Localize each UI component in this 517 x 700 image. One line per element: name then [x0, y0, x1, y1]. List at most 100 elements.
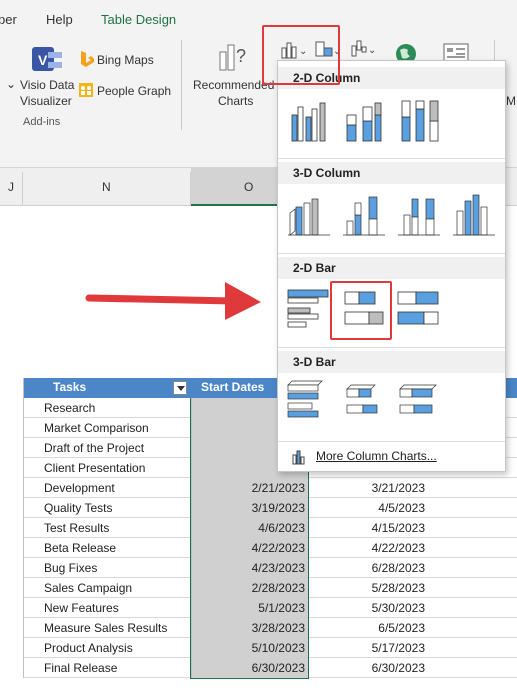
100-stacked-column-option[interactable] — [396, 95, 444, 143]
start-date-cell[interactable]: 3/28/2023 — [191, 618, 309, 638]
table-row: New Features 5/1/2023 5/30/2023 — [23, 598, 517, 618]
3d-clustered-bar-option[interactable] — [286, 379, 334, 427]
section-3d-bar-title: 3-D Bar — [278, 351, 505, 373]
stacked-column-option[interactable] — [341, 95, 389, 143]
start-date-cell[interactable]: 5/1/2023 — [191, 598, 309, 618]
tab-table-design[interactable]: Table Design — [101, 12, 176, 27]
task-cell[interactable]: Sales Campaign — [44, 581, 132, 595]
people-graph-button[interactable]: People Graph — [97, 83, 171, 99]
section-2d-bar-title: 2-D Bar — [278, 257, 505, 279]
start-date-value: 2/28/2023 — [251, 581, 305, 595]
bing-maps-icon[interactable] — [78, 50, 94, 68]
table-row: Beta Release 4/22/2023 4/22/2023 — [23, 538, 517, 558]
visio-data-visualizer-icon[interactable]: V — [30, 44, 66, 78]
table-row: Test Results 4/6/2023 4/15/2023 — [23, 518, 517, 538]
end-date-cell[interactable]: 4/15/2023 — [309, 521, 425, 535]
task-cell[interactable]: Product Analysis — [44, 641, 133, 655]
3d-100-stacked-column-option[interactable] — [396, 189, 444, 237]
column-chart-small-icon — [292, 450, 305, 465]
table-row: Development 2/21/2023 3/21/2023 — [23, 478, 517, 498]
start-date-value: 3/19/2023 — [251, 501, 305, 515]
start-date-cell[interactable]: 4/22/2023 — [191, 538, 309, 558]
end-date-cell[interactable]: 5/17/2023 — [309, 641, 425, 655]
end-date-cell[interactable]: 6/28/2023 — [309, 561, 425, 575]
column-header-j[interactable]: J — [8, 180, 14, 194]
end-date-cell[interactable]: 5/28/2023 — [309, 581, 425, 595]
task-cell[interactable]: New Features — [44, 601, 119, 615]
start-date-value: 4/22/2023 — [251, 541, 305, 555]
3d-column-option[interactable] — [451, 189, 499, 237]
visio-label-line2[interactable]: Visualizer — [20, 93, 72, 109]
header-tasks[interactable]: Tasks — [53, 380, 86, 394]
svg-text:⌄: ⌄ — [368, 45, 376, 56]
start-date-value: 4/23/2023 — [251, 561, 305, 575]
task-cell[interactable]: Development — [44, 481, 115, 495]
group-separator — [181, 40, 182, 130]
svg-text:?: ? — [236, 46, 246, 66]
task-cell[interactable]: Final Release — [44, 661, 117, 675]
start-date-cell[interactable]: 5/10/2023 — [191, 638, 309, 658]
task-cell[interactable]: Measure Sales Results — [44, 621, 167, 635]
table-row: Sales Campaign 2/28/2023 5/28/2023 — [23, 578, 517, 598]
end-date-cell[interactable]: 4/5/2023 — [309, 501, 425, 515]
clustered-bar-option[interactable] — [286, 286, 334, 334]
chevron-down-icon[interactable]: ⌄ — [6, 76, 16, 92]
start-date-cell[interactable]: 6/30/2023 — [191, 658, 309, 678]
visio-label-line1[interactable]: Visio Data — [20, 77, 74, 93]
3d-clustered-column-option[interactable] — [286, 189, 334, 237]
start-date-value: 4/6/2023 — [258, 521, 305, 535]
waterfall-chart-icon[interactable]: ⌄ — [350, 38, 378, 60]
recommended-charts-icon[interactable]: ? — [218, 42, 250, 72]
table-row: Measure Sales Results 3/28/2023 6/5/2023 — [23, 618, 517, 638]
column-header-o[interactable]: O — [244, 180, 253, 194]
more-column-charts-link[interactable]: More Column Charts... — [316, 449, 437, 463]
svg-text:V: V — [38, 52, 48, 68]
tab-developer[interactable]: per — [0, 12, 17, 27]
end-date-cell[interactable]: 3/21/2023 — [309, 481, 425, 495]
end-date-cell[interactable]: 6/5/2023 — [309, 621, 425, 635]
end-date-cell[interactable]: 6/30/2023 — [309, 661, 425, 675]
end-date-cell[interactable]: 4/22/2023 — [309, 541, 425, 555]
start-date-value: 2/21/2023 — [251, 481, 305, 495]
column-header-n[interactable]: N — [102, 180, 111, 194]
partial-ribbon-label: M — [506, 94, 516, 108]
3d-100-stacked-bar-option[interactable] — [396, 379, 444, 427]
task-cell[interactable]: Bug Fixes — [44, 561, 97, 575]
start-date-value: 6/30/2023 — [251, 661, 305, 675]
task-cell[interactable]: Test Results — [44, 521, 109, 535]
3d-stacked-column-option[interactable] — [341, 189, 389, 237]
start-date-cell[interactable]: 2/21/2023 — [191, 478, 309, 498]
table-row: Product Analysis 5/10/2023 5/17/2023 — [23, 638, 517, 658]
table-row: Final Release 6/30/2023 6/30/2023 — [23, 658, 517, 678]
end-date-cell[interactable]: 5/30/2023 — [309, 601, 425, 615]
bing-maps-button[interactable]: Bing Maps — [97, 52, 154, 68]
stacked-bar-highlight — [330, 281, 392, 340]
3d-stacked-bar-option[interactable] — [341, 379, 389, 427]
task-cell[interactable]: Draft of the Project — [44, 441, 144, 455]
task-cell[interactable]: Research — [44, 401, 95, 415]
column-chart-button-highlight — [262, 25, 340, 85]
header-start-dates[interactable]: Start Dates — [201, 380, 264, 394]
table-row: Bug Fixes 4/23/2023 6/28/2023 — [23, 558, 517, 578]
recommended-charts-label-2[interactable]: Charts — [218, 93, 253, 109]
start-date-cell[interactable]: 4/23/2023 — [191, 558, 309, 578]
task-cell[interactable]: Quality Tests — [44, 501, 112, 515]
ribbon-tab-bar: per Help Table Design — [0, 0, 517, 34]
column-chart-dropdown: 2-D Column 3-D Column 2-D Bar 3-D Bar Mo… — [277, 60, 506, 472]
100-stacked-bar-option[interactable] — [396, 286, 444, 334]
section-3d-column-title: 3-D Column — [278, 162, 505, 184]
start-date-cell[interactable]: 4/6/2023 — [191, 518, 309, 538]
tab-help[interactable]: Help — [46, 12, 73, 27]
people-graph-icon[interactable] — [78, 82, 94, 98]
start-date-value: 5/1/2023 — [258, 601, 305, 615]
start-date-cell[interactable]: 3/19/2023 — [191, 498, 309, 518]
start-date-value: 5/10/2023 — [251, 641, 305, 655]
table-row: Quality Tests 3/19/2023 4/5/2023 — [23, 498, 517, 518]
start-date-value: 3/28/2023 — [251, 621, 305, 635]
start-date-cell[interactable]: 2/28/2023 — [191, 578, 309, 598]
task-cell[interactable]: Market Comparison — [44, 421, 149, 435]
task-cell[interactable]: Beta Release — [44, 541, 116, 555]
tasks-filter-button[interactable] — [173, 381, 187, 395]
clustered-column-option[interactable] — [286, 95, 334, 143]
task-cell[interactable]: Client Presentation — [44, 461, 145, 475]
